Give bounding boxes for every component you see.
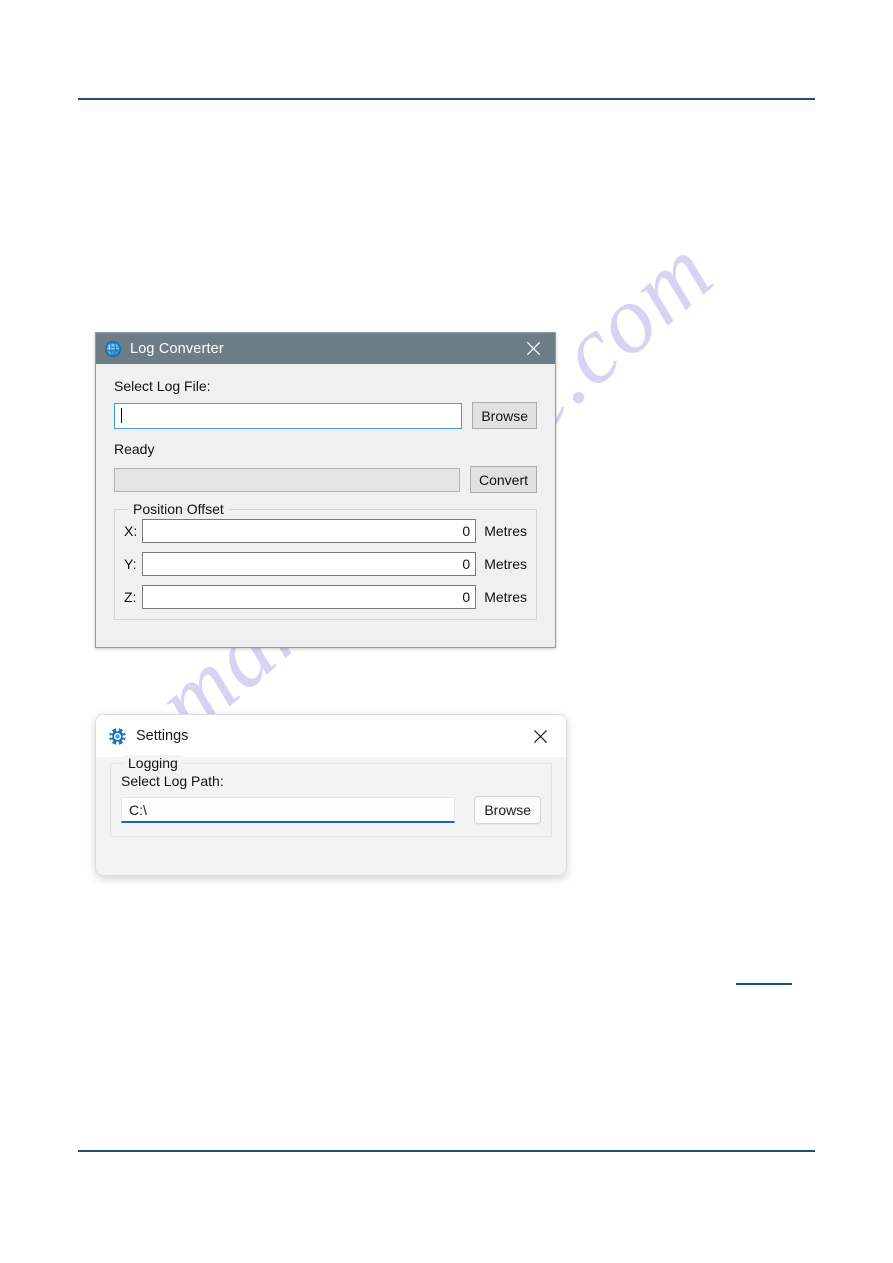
select-log-file-label: Select Log File: [114, 378, 211, 394]
offset-input-x[interactable]: 0 [142, 519, 477, 543]
status-label: Ready [114, 441, 155, 457]
offset-label-x: X: [124, 523, 138, 539]
logging-group: Logging Select Log Path: C:\ Browse [110, 755, 552, 837]
offset-unit-y: Metres [484, 556, 527, 572]
offset-row-x: X: 0 Metres [124, 519, 527, 543]
offset-unit-x: Metres [484, 523, 527, 539]
offset-input-y[interactable]: 0 [142, 552, 477, 576]
conversion-progress-bar [114, 467, 460, 492]
offset-row-z: Z: 0 Metres [124, 585, 527, 609]
close-icon[interactable] [518, 715, 562, 757]
position-offset-legend: Position Offset [128, 501, 229, 517]
log-converter-window: Log Converter Select Log File: Browse Re… [95, 332, 556, 648]
select-log-path-label: Select Log Path: [121, 773, 224, 789]
settings-title: Settings [136, 728, 189, 744]
log-path-row: C:\ Browse [121, 796, 541, 824]
offset-label-y: Y: [124, 556, 137, 572]
page-footer-rule [78, 1150, 815, 1152]
page-accent-rule [736, 983, 792, 985]
page-header-rule [78, 98, 815, 100]
offset-row-y: Y: 0 Metres [124, 552, 527, 576]
log-converter-titlebar[interactable]: Log Converter [96, 333, 555, 364]
offset-label-z: Z: [124, 589, 137, 605]
browse-button[interactable]: Browse [472, 402, 537, 429]
log-converter-title: Log Converter [130, 340, 224, 357]
offset-unit-z: Metres [484, 589, 527, 605]
logging-legend: Logging [123, 755, 183, 771]
log-file-row: Browse [114, 402, 537, 429]
settings-titlebar[interactable]: Settings [96, 715, 566, 757]
log-path-input[interactable]: C:\ [121, 797, 456, 823]
close-icon[interactable] [511, 333, 555, 364]
globe-icon [104, 340, 122, 358]
log-converter-body: Select Log File: Browse Ready Convert Po… [96, 364, 555, 620]
position-offset-group: Position Offset X: 0 Metres Y: 0 Metres … [114, 501, 537, 620]
settings-body: Logging Select Log Path: C:\ Browse [96, 755, 566, 837]
convert-row: Convert [114, 466, 537, 493]
settings-window: Settings Logging Select Log Path: C:\ Br… [95, 714, 567, 876]
offset-input-z[interactable]: 0 [142, 585, 477, 609]
convert-button[interactable]: Convert [469, 466, 537, 493]
log-file-input[interactable] [114, 402, 463, 429]
browse-button[interactable]: Browse [474, 796, 541, 824]
text-caret [121, 408, 122, 423]
gear-icon [108, 726, 127, 746]
